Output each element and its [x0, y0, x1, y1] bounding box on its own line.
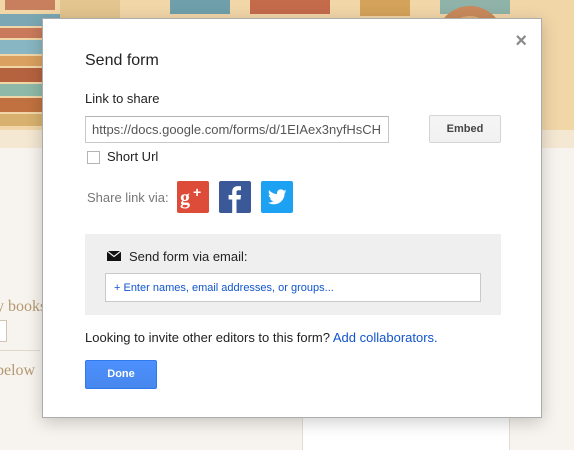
- link-to-share-label: Link to share: [85, 91, 160, 106]
- done-button[interactable]: Done: [85, 360, 157, 389]
- embed-button[interactable]: Embed: [429, 115, 501, 143]
- facebook-icon[interactable]: [219, 181, 251, 213]
- background-text: y books: [0, 298, 47, 315]
- email-panel: Send form via email:: [85, 234, 501, 315]
- dialog-title: Send form: [85, 52, 159, 69]
- invite-editors-text: Looking to invite other editors to this …: [85, 330, 330, 345]
- short-url-label: Short Url: [107, 149, 159, 164]
- google-plus-icon[interactable]: g +: [177, 181, 209, 213]
- share-link-input[interactable]: [85, 116, 389, 143]
- twitter-icon[interactable]: [261, 181, 293, 213]
- background-text: below: [0, 362, 36, 379]
- share-via-label: Share link via:: [87, 190, 169, 205]
- email-heading: Send form via email:: [129, 249, 248, 264]
- background-input-stub: [0, 320, 7, 342]
- email-recipients-input[interactable]: [105, 273, 481, 302]
- mail-icon: [107, 251, 121, 261]
- svg-text:g: g: [180, 187, 190, 209]
- svg-text:+: +: [193, 184, 201, 200]
- invite-editors-row: Looking to invite other editors to this …: [85, 330, 438, 345]
- short-url-checkbox[interactable]: [87, 151, 100, 164]
- background-divider: [0, 350, 40, 351]
- send-form-dialog: × Send form Link to share Embed Short Ur…: [42, 18, 542, 418]
- close-icon[interactable]: ×: [515, 31, 527, 51]
- add-collaborators-link[interactable]: Add collaborators.: [333, 330, 438, 345]
